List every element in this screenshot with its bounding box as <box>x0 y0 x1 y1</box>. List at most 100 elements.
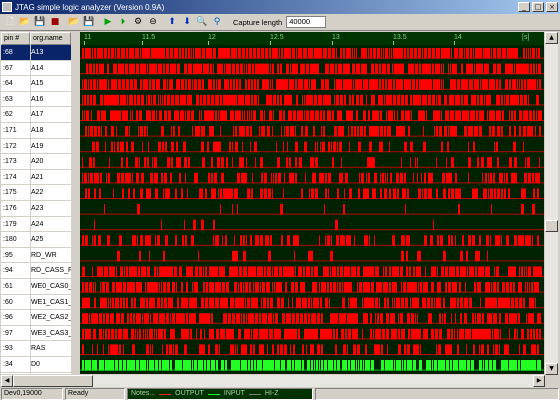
waveform-rd_cass_f <box>80 266 544 277</box>
horizontal-scroll-thumb[interactable] <box>13 375 93 387</box>
signal-name: WE0_CAS0_I <box>31 283 71 290</box>
scroll-up-icon[interactable]: ▲ <box>545 32 558 44</box>
signal-name: A19 <box>31 142 44 150</box>
signal-name: WE1_CAS1_I <box>31 298 71 306</box>
signal-row[interactable]: :34 D0 <box>1 357 71 373</box>
time-tick-label: 13 <box>332 34 340 41</box>
step-icon[interactable]: ⏵ <box>116 15 130 29</box>
waveform-a23 <box>80 204 544 215</box>
time-tick-label: 13.5 <box>393 34 407 41</box>
scroll-right-icon[interactable]: ▶ <box>533 375 545 387</box>
signal-row[interactable]: :96 WE2_CAS2_I <box>1 310 71 326</box>
signal-row[interactable]: :173 A20 <box>1 154 71 170</box>
open-folder-icon[interactable]: 📂 <box>18 15 32 29</box>
waveform-area[interactable] <box>80 45 544 374</box>
signal-name: A25 <box>31 236 44 244</box>
signal-row[interactable]: :171 A18 <box>1 123 71 139</box>
signal-name: WE3_CAS3_I <box>31 329 71 337</box>
waveform-ras <box>80 344 544 355</box>
arrow-down-icon[interactable]: ⬇ <box>180 15 194 29</box>
signal-row[interactable]: :63 A16 <box>1 92 71 108</box>
signal-pin: :171 <box>3 127 17 134</box>
maximize-button[interactable]: □ <box>532 2 544 12</box>
signal-row[interactable]: :93 RAS <box>1 341 71 357</box>
vertical-scroll-thumb[interactable] <box>545 220 558 232</box>
signal-name: A15 <box>31 80 44 88</box>
horizontal-scrollbar[interactable]: ◀ ▶ <box>1 375 545 387</box>
waveform-rd_wr <box>80 250 544 262</box>
waveform-a21 <box>80 172 544 184</box>
output-line-icon <box>159 393 172 395</box>
signal-pin: :95 <box>3 251 13 259</box>
waveform-we0_cas0_i <box>80 282 544 293</box>
signal-pin: :61 <box>3 283 13 290</box>
notes-label: Notes... <box>131 390 156 397</box>
save-icon[interactable]: 💾 <box>82 15 96 29</box>
waveform-a14 <box>80 63 544 75</box>
capture-length-input[interactable]: 40000 <box>286 16 327 28</box>
legend-output: OUTPUT <box>175 390 204 397</box>
signal-name: RAS <box>31 345 46 353</box>
scroll-down-icon[interactable]: ▼ <box>545 363 558 375</box>
signal-row[interactable]: :180 A25 <box>1 232 71 248</box>
signal-pin: :176 <box>3 205 17 212</box>
signal-row[interactable]: :67 A14 <box>1 61 71 77</box>
zoom-out-icon[interactable]: ⚲ <box>210 15 224 29</box>
signal-row[interactable]: :94 RD_CASS_F <box>1 263 71 279</box>
pin-column-header[interactable]: pin # <box>1 32 30 45</box>
name-column-header[interactable]: org.name <box>30 32 71 45</box>
signal-row[interactable]: :68 A13 <box>1 45 71 61</box>
signal-pin: :174 <box>3 173 17 181</box>
signal-row[interactable]: :175 A22 <box>1 185 71 201</box>
signal-row[interactable]: :61 WE0_CAS0_I <box>1 279 71 295</box>
signal-row[interactable]: :97 WE3_CAS3_I <box>1 326 71 342</box>
signal-name: A13 <box>31 49 44 56</box>
signal-name: A17 <box>31 111 44 119</box>
vertical-scrollbar[interactable]: ▲ ▼ <box>545 32 558 375</box>
waveform-we3_cas3_i <box>80 328 544 340</box>
legend-input: INPUT <box>223 390 245 397</box>
signal-row[interactable]: :62 A17 <box>1 107 71 123</box>
signal-name: A16 <box>31 95 44 103</box>
close-button[interactable]: × <box>546 2 558 12</box>
signal-pin: :180 <box>3 236 17 244</box>
waveform-d0 <box>80 360 544 371</box>
run-icon[interactable]: ▶ <box>101 15 115 29</box>
waveform-canvas <box>80 48 544 371</box>
zoom-in-icon[interactable]: 🔍 <box>195 15 209 29</box>
print-icon[interactable]: ■ <box>48 15 62 29</box>
signal-name: A20 <box>31 158 44 166</box>
signal-row[interactable]: :64 A15 <box>1 76 71 92</box>
signal-row[interactable]: :174 A21 <box>1 170 71 186</box>
stop-icon[interactable]: ⊖ <box>146 15 160 29</box>
signal-row[interactable]: :95 RD_WR <box>1 248 71 264</box>
new-file-icon[interactable]: 🗋 <box>3 15 17 29</box>
time-tick-label: 11 <box>84 34 92 41</box>
open-folder-icon[interactable]: 📂 <box>67 15 81 29</box>
signal-row[interactable]: :176 A23 <box>1 201 71 217</box>
scroll-left-icon[interactable]: ◀ <box>1 375 13 387</box>
waveform-a19 <box>80 141 544 153</box>
signal-name: A24 <box>31 220 44 228</box>
signal-row[interactable]: :60 WE1_CAS1_I <box>1 295 71 311</box>
arrow-up-icon[interactable]: ⬆ <box>165 15 179 29</box>
signal-name: WE2_CAS2_I <box>31 314 71 322</box>
signal-row[interactable]: :172 A19 <box>1 139 71 155</box>
waveform-a25 <box>80 235 544 246</box>
minimize-button[interactable]: _ <box>518 2 530 12</box>
waveform-a18 <box>80 126 544 137</box>
time-tick-label: 12.5 <box>270 34 284 41</box>
signal-name: A21 <box>31 173 44 181</box>
input-line-icon <box>207 393 220 395</box>
device-status: Dev0,19000 <box>1 388 63 400</box>
toolbar: 🗋 📂 💾 ■ 📂 💾 ▶ ⏵ ⚙ ⊖ ⬆ ⬇ 🔍 ⚲ Capture leng… <box>0 14 560 31</box>
legend-hiz: HI-Z <box>264 390 279 397</box>
signal-pin: :93 <box>3 345 13 353</box>
signal-row[interactable]: :179 A24 <box>1 217 71 233</box>
time-tick-label: 11.5 <box>142 34 156 41</box>
signal-pin: :179 <box>3 220 17 228</box>
time-tick-label: 12 <box>208 34 216 41</box>
save-icon[interactable]: 💾 <box>33 15 47 29</box>
settings-icon[interactable]: ⚙ <box>131 15 145 29</box>
app-icon <box>2 2 12 12</box>
